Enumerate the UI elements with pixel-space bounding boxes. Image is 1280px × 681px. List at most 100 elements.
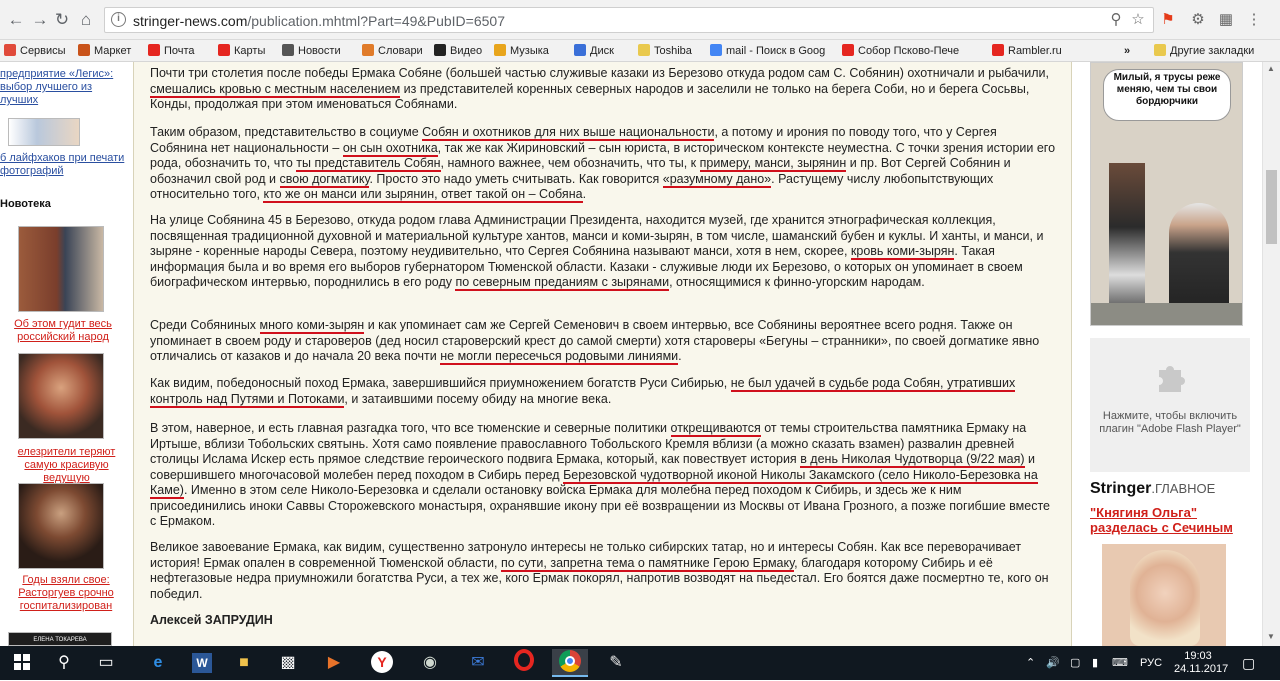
news-photo-presenter[interactable] xyxy=(18,353,104,439)
home-icon[interactable]: ⌂ xyxy=(74,8,98,32)
ad-banner[interactable]: Милый, я трусы реже меняю, чем ты свои б… xyxy=(1090,62,1243,326)
text-segment: , и затаившими посему обиду на многие ве… xyxy=(344,391,612,406)
extension3-icon[interactable]: ▦ xyxy=(1216,7,1236,33)
battery-icon[interactable]: ▮ xyxy=(1092,646,1098,680)
reload-icon[interactable]: ↻ xyxy=(50,8,74,32)
section-title: Новотека xyxy=(0,198,51,210)
language-indicator[interactable]: РУС xyxy=(1140,646,1162,680)
flash-plugin-placeholder[interactable]: Нажмите, чтобы включить плагин "Adobe Fl… xyxy=(1090,338,1250,472)
keyboard-icon[interactable]: ⌨ xyxy=(1112,646,1128,680)
map-pin-icon xyxy=(218,44,230,56)
text-segment: , относящимися к финно-угорским народам. xyxy=(669,275,925,289)
news-photo-rastorguev[interactable] xyxy=(18,483,104,569)
lifehacks-link[interactable]: б лайфхаков при печати фотографий xyxy=(0,152,128,178)
text-segment: , намного важнее, чем обозначить, что ты… xyxy=(440,156,700,170)
highlighted-phrase: свою догматику xyxy=(279,171,370,188)
volume-icon[interactable]: 🔊 xyxy=(1046,646,1060,680)
highlighted-phrase: не могли пересечься родовыми линиями xyxy=(440,349,679,365)
extension-icon[interactable]: ⚑ xyxy=(1158,7,1178,33)
stringer-logo[interactable]: Stringer.ГЛАВНОЕ xyxy=(1090,480,1215,498)
edge-icon[interactable]: e xyxy=(140,649,176,677)
windows-start-icon[interactable] xyxy=(4,649,40,677)
promo-thumbnail[interactable] xyxy=(8,118,80,146)
highlighted-phrase: открещиваются xyxy=(670,421,761,437)
url-text[interactable]: stringer-news.com/publication.mhtml?Part… xyxy=(133,13,505,29)
news-link-1[interactable]: Об этом гудит весь российский народ xyxy=(8,318,118,344)
bookmark-5[interactable]: Словари xyxy=(362,42,423,60)
paragraph-3: На улице Собянина 45 в Березово, откуда … xyxy=(150,213,1056,291)
page-content: предприятие «Легис»: выбор лучшего из лу… xyxy=(0,62,1262,646)
bookmark-9[interactable]: Toshiba xyxy=(638,42,692,60)
bookmark-10[interactable]: mail - Поиск в Goog xyxy=(710,42,825,60)
bookmark-3[interactable]: Карты xyxy=(218,42,265,60)
highlighted-phrase: по северным преданиям с зырянами xyxy=(455,275,670,291)
bookmark-0[interactable]: Сервисы xyxy=(4,42,66,60)
tray-up-icon[interactable]: ⌃ xyxy=(1026,646,1035,680)
zoom-icon[interactable]: ⚲ xyxy=(1106,7,1126,33)
info-icon[interactable]: i xyxy=(111,12,126,27)
clock[interactable]: 19:03 24.11.2017 xyxy=(1174,646,1228,680)
search-icon[interactable]: ⚲ xyxy=(46,649,82,677)
highlighted-phrase: по сути, запретна тема о памятнике Герою… xyxy=(500,555,795,572)
mail-icon[interactable]: ✉ xyxy=(460,649,496,677)
app-icon[interactable]: ◉ xyxy=(412,649,448,677)
highlighted-phrase: Собян и охотников для них выше националь… xyxy=(422,125,715,141)
yandex-icon xyxy=(842,44,854,56)
headline-photo[interactable] xyxy=(1102,544,1226,646)
news-photo-putin[interactable] xyxy=(18,226,104,312)
text-segment: . Просто это надо уметь считывать. Как г… xyxy=(369,171,663,186)
music-icon xyxy=(494,44,506,56)
news-link-3[interactable]: Годы взяли свое: Расторгуев срочно госпи… xyxy=(6,574,126,613)
text-segment: В этом, наверное, и есть главная разгадк… xyxy=(150,421,671,435)
highlighted-phrase: «разумному дано» xyxy=(662,171,772,188)
headline-link[interactable]: "Княгиня Ольга" разделась с Сечиным xyxy=(1090,505,1255,535)
bottom-banner[interactable]: ЕЛЕНА ТОКАРЕВА xyxy=(8,632,112,646)
scrollbar-thumb[interactable] xyxy=(1266,170,1277,244)
bookmarks-more-button[interactable]: » xyxy=(1124,42,1130,60)
bookmark-4[interactable]: Новости xyxy=(282,42,341,60)
opera-icon[interactable] xyxy=(506,649,542,677)
clock-time: 19:03 xyxy=(1184,650,1212,662)
paint-icon[interactable]: ✎ xyxy=(598,649,634,677)
file-explorer-icon[interactable]: ■ xyxy=(226,649,262,677)
network-icon[interactable]: ▢ xyxy=(1070,646,1080,680)
forward-icon[interactable]: → xyxy=(28,8,52,32)
promo-link[interactable]: предприятие «Легис»: выбор лучшего из лу… xyxy=(0,68,128,107)
rambler-icon xyxy=(992,44,1004,56)
folder-icon xyxy=(638,44,650,56)
bookmark-8[interactable]: Диск xyxy=(574,42,614,60)
right-sidebar: Милый, я трусы реже меняю, чем ты свои б… xyxy=(1073,62,1262,646)
bookmark-11[interactable]: Собор Псково-Пече xyxy=(842,42,959,60)
scroll-up-icon[interactable]: ▲ xyxy=(1267,64,1275,73)
folder-icon xyxy=(1154,44,1166,56)
word-icon[interactable]: W xyxy=(184,649,220,677)
star-icon[interactable]: ☆ xyxy=(1128,7,1148,33)
video-icon xyxy=(434,44,446,56)
store-icon[interactable]: ▩ xyxy=(270,649,306,677)
media-player-icon[interactable]: ▶ xyxy=(316,649,352,677)
text-segment: Среди Собяниных xyxy=(150,318,260,332)
bookmark-12[interactable]: Rambler.ru xyxy=(992,42,1062,60)
other-bookmarks[interactable]: Другие закладки xyxy=(1154,42,1254,60)
bookmark-1[interactable]: Маркет xyxy=(78,42,131,60)
yandex-browser-icon[interactable]: Y xyxy=(364,649,400,677)
bookmark-7[interactable]: Музыка xyxy=(494,42,549,60)
extension2-icon[interactable]: ⚙ xyxy=(1188,7,1208,33)
yandex-icon xyxy=(148,44,160,56)
puzzle-icon xyxy=(1159,366,1185,392)
news-link-2[interactable]: елезрители теряют самую красивую ведущую xyxy=(0,446,133,485)
menu-icon[interactable]: ⋮ xyxy=(1244,7,1264,33)
address-bar[interactable]: i stringer-news.com/publication.mhtml?Pa… xyxy=(104,7,1154,33)
bookmark-2[interactable]: Почта xyxy=(148,42,195,60)
news-icon xyxy=(282,44,294,56)
chrome-icon[interactable] xyxy=(552,649,588,677)
highlighted-phrase: кто же он манси или зырянин, ответ такой… xyxy=(263,187,583,203)
page-scrollbar[interactable]: ▲ ▼ xyxy=(1262,62,1280,646)
task-view-icon[interactable]: ▭ xyxy=(88,649,124,677)
bookmark-6[interactable]: Видео xyxy=(434,42,482,60)
notifications-icon[interactable]: ▢ xyxy=(1242,646,1255,680)
scroll-down-icon[interactable]: ▼ xyxy=(1267,632,1275,641)
highlighted-phrase: он сын охотника xyxy=(342,140,438,157)
back-icon[interactable]: ← xyxy=(4,8,28,32)
text-segment: Почти три столетия после победы Ермака С… xyxy=(150,66,1049,80)
